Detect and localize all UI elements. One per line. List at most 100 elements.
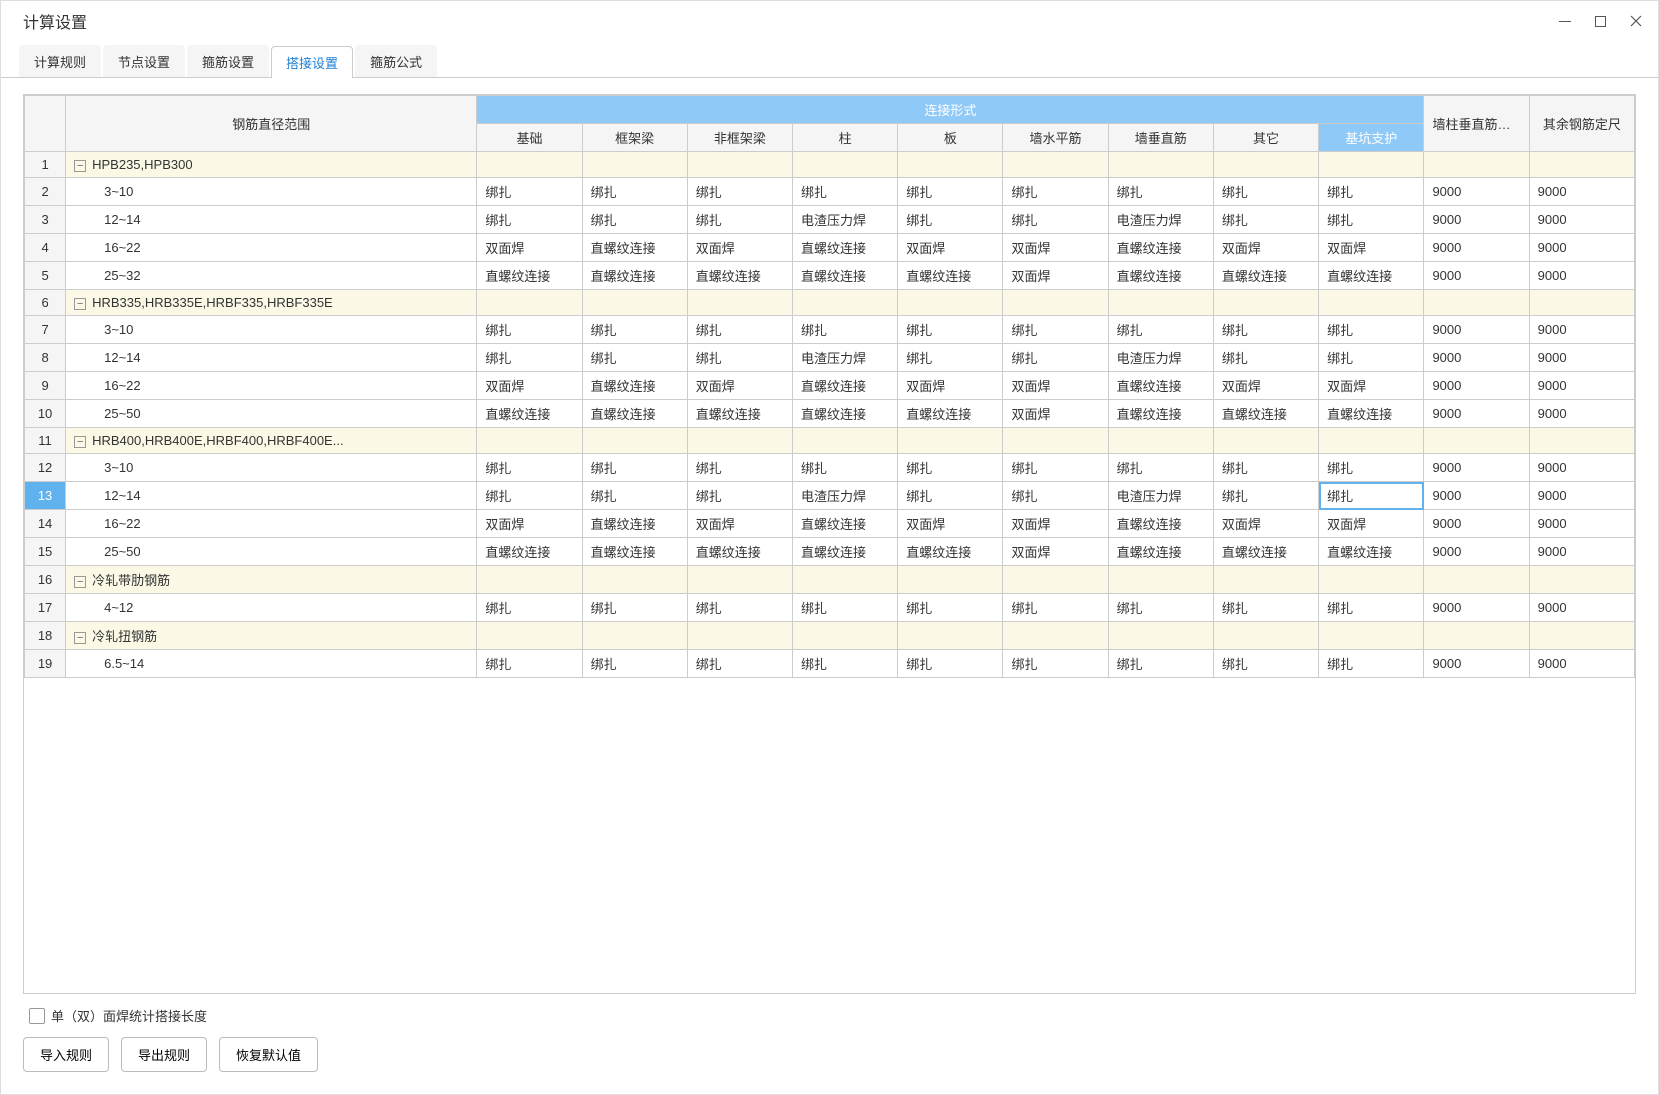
table-row[interactable]: 416~22双面焊直螺纹连接双面焊直螺纹连接双面焊双面焊直螺纹连接双面焊双面焊9… — [25, 234, 1635, 262]
value-cell[interactable]: 直螺纹连接 — [477, 538, 582, 566]
value-cell[interactable]: 直螺纹连接 — [1319, 262, 1424, 290]
value-cell[interactable]: 9000 — [1529, 206, 1634, 234]
tab-stirrup-settings[interactable]: 箍筋设置 — [187, 45, 269, 77]
weld-stat-checkbox[interactable] — [29, 1008, 45, 1024]
diameter-range-cell[interactable]: 6.5~14 — [66, 650, 477, 678]
collapse-icon[interactable]: − — [74, 436, 86, 448]
value-cell[interactable]: 直螺纹连接 — [1213, 262, 1318, 290]
value-cell[interactable]: 绑扎 — [1003, 206, 1108, 234]
table-row[interactable]: 525~32直螺纹连接直螺纹连接直螺纹连接直螺纹连接直螺纹连接双面焊直螺纹连接直… — [25, 262, 1635, 290]
value-cell[interactable]: 直螺纹连接 — [898, 538, 1003, 566]
value-cell[interactable]: 绑扎 — [582, 594, 687, 622]
value-cell[interactable] — [793, 290, 898, 316]
table-row[interactable]: 23~10绑扎绑扎绑扎绑扎绑扎绑扎绑扎绑扎绑扎90009000 — [25, 178, 1635, 206]
close-icon[interactable] — [1628, 13, 1644, 29]
value-cell[interactable]: 绑扎 — [687, 454, 792, 482]
value-cell[interactable] — [1319, 566, 1424, 594]
value-cell[interactable]: 直螺纹连接 — [1108, 400, 1213, 428]
value-cell[interactable]: 绑扎 — [1213, 206, 1318, 234]
diameter-range-cell[interactable]: 3~10 — [66, 178, 477, 206]
value-cell[interactable]: 9000 — [1529, 650, 1634, 678]
value-cell[interactable]: 绑扎 — [687, 316, 792, 344]
value-cell[interactable]: 9000 — [1424, 454, 1529, 482]
row-number[interactable]: 4 — [25, 234, 66, 262]
table-row[interactable]: 312~14绑扎绑扎绑扎电渣压力焊绑扎绑扎电渣压力焊绑扎绑扎90009000 — [25, 206, 1635, 234]
value-cell[interactable]: 绑扎 — [1003, 316, 1108, 344]
value-cell[interactable]: 双面焊 — [898, 372, 1003, 400]
value-cell[interactable]: 9000 — [1424, 482, 1529, 510]
value-cell[interactable]: 双面焊 — [1003, 234, 1108, 262]
diameter-range-cell[interactable]: 16~22 — [66, 510, 477, 538]
value-cell[interactable]: 双面焊 — [1213, 234, 1318, 262]
row-number[interactable]: 19 — [25, 650, 66, 678]
value-cell[interactable]: 绑扎 — [1319, 316, 1424, 344]
value-cell[interactable]: 9000 — [1424, 538, 1529, 566]
table-row[interactable]: 1312~14绑扎绑扎绑扎电渣压力焊绑扎绑扎电渣压力焊绑扎绑扎90009000 — [25, 482, 1635, 510]
row-number[interactable]: 14 — [25, 510, 66, 538]
value-cell[interactable]: 绑扎 — [1319, 594, 1424, 622]
value-cell[interactable]: 绑扎 — [1319, 454, 1424, 482]
value-cell[interactable]: 直螺纹连接 — [477, 400, 582, 428]
diameter-range-cell[interactable]: −HRB400,HRB400E,HRBF400,HRBF400E... — [66, 428, 477, 454]
row-number[interactable]: 13 — [25, 482, 66, 510]
value-cell[interactable]: 绑扎 — [477, 206, 582, 234]
value-cell[interactable]: 9000 — [1529, 482, 1634, 510]
value-cell[interactable] — [898, 428, 1003, 454]
value-cell[interactable]: 双面焊 — [687, 234, 792, 262]
table-row[interactable]: 123~10绑扎绑扎绑扎绑扎绑扎绑扎绑扎绑扎绑扎90009000 — [25, 454, 1635, 482]
value-cell[interactable]: 9000 — [1529, 316, 1634, 344]
value-cell[interactable]: 9000 — [1529, 234, 1634, 262]
value-cell[interactable]: 直螺纹连接 — [1319, 538, 1424, 566]
value-cell[interactable]: 直螺纹连接 — [687, 262, 792, 290]
value-cell[interactable]: 电渣压力焊 — [1108, 344, 1213, 372]
value-cell[interactable]: 双面焊 — [477, 510, 582, 538]
value-cell[interactable]: 直螺纹连接 — [1213, 538, 1318, 566]
row-number[interactable]: 2 — [25, 178, 66, 206]
diameter-range-cell[interactable]: 3~10 — [66, 316, 477, 344]
value-cell[interactable]: 绑扎 — [1003, 482, 1108, 510]
value-cell[interactable]: 9000 — [1424, 344, 1529, 372]
value-cell[interactable]: 绑扎 — [477, 594, 582, 622]
value-cell[interactable]: 绑扎 — [477, 650, 582, 678]
value-cell[interactable]: 9000 — [1529, 400, 1634, 428]
export-rules-button[interactable]: 导出规则 — [121, 1037, 207, 1072]
value-cell[interactable] — [1319, 428, 1424, 454]
value-cell[interactable]: 9000 — [1529, 178, 1634, 206]
table-row[interactable]: 196.5~14绑扎绑扎绑扎绑扎绑扎绑扎绑扎绑扎绑扎90009000 — [25, 650, 1635, 678]
tab-calc-rules[interactable]: 计算规则 — [19, 45, 101, 77]
value-cell[interactable]: 9000 — [1424, 510, 1529, 538]
value-cell[interactable]: 绑扎 — [1213, 344, 1318, 372]
value-cell[interactable]: 绑扎 — [1003, 594, 1108, 622]
value-cell[interactable]: 9000 — [1424, 594, 1529, 622]
value-cell[interactable]: 直螺纹连接 — [898, 400, 1003, 428]
value-cell[interactable]: 直螺纹连接 — [793, 400, 898, 428]
value-cell[interactable]: 绑扎 — [898, 178, 1003, 206]
value-cell[interactable]: 直螺纹连接 — [1108, 372, 1213, 400]
value-cell[interactable] — [1319, 290, 1424, 316]
value-cell[interactable]: 双面焊 — [687, 372, 792, 400]
value-cell[interactable] — [687, 290, 792, 316]
value-cell[interactable] — [1529, 566, 1634, 594]
value-cell[interactable]: 双面焊 — [1213, 372, 1318, 400]
row-number[interactable]: 17 — [25, 594, 66, 622]
value-cell[interactable]: 绑扎 — [1108, 594, 1213, 622]
value-cell[interactable]: 绑扎 — [1319, 206, 1424, 234]
row-number[interactable]: 11 — [25, 428, 66, 454]
value-cell[interactable] — [793, 152, 898, 178]
value-cell[interactable]: 绑扎 — [687, 206, 792, 234]
value-cell[interactable]: 9000 — [1424, 400, 1529, 428]
row-number[interactable]: 9 — [25, 372, 66, 400]
value-cell[interactable]: 绑扎 — [1003, 178, 1108, 206]
diameter-range-cell[interactable]: −HPB235,HPB300 — [66, 152, 477, 178]
value-cell[interactable]: 直螺纹连接 — [1108, 262, 1213, 290]
value-cell[interactable] — [898, 566, 1003, 594]
value-cell[interactable] — [898, 290, 1003, 316]
value-cell[interactable]: 绑扎 — [898, 206, 1003, 234]
row-number[interactable]: 6 — [25, 290, 66, 316]
value-cell[interactable]: 双面焊 — [1003, 262, 1108, 290]
value-cell[interactable]: 绑扎 — [793, 594, 898, 622]
value-cell[interactable] — [1213, 152, 1318, 178]
value-cell[interactable]: 直螺纹连接 — [793, 234, 898, 262]
table-row[interactable]: 812~14绑扎绑扎绑扎电渣压力焊绑扎绑扎电渣压力焊绑扎绑扎90009000 — [25, 344, 1635, 372]
value-cell[interactable] — [582, 622, 687, 650]
